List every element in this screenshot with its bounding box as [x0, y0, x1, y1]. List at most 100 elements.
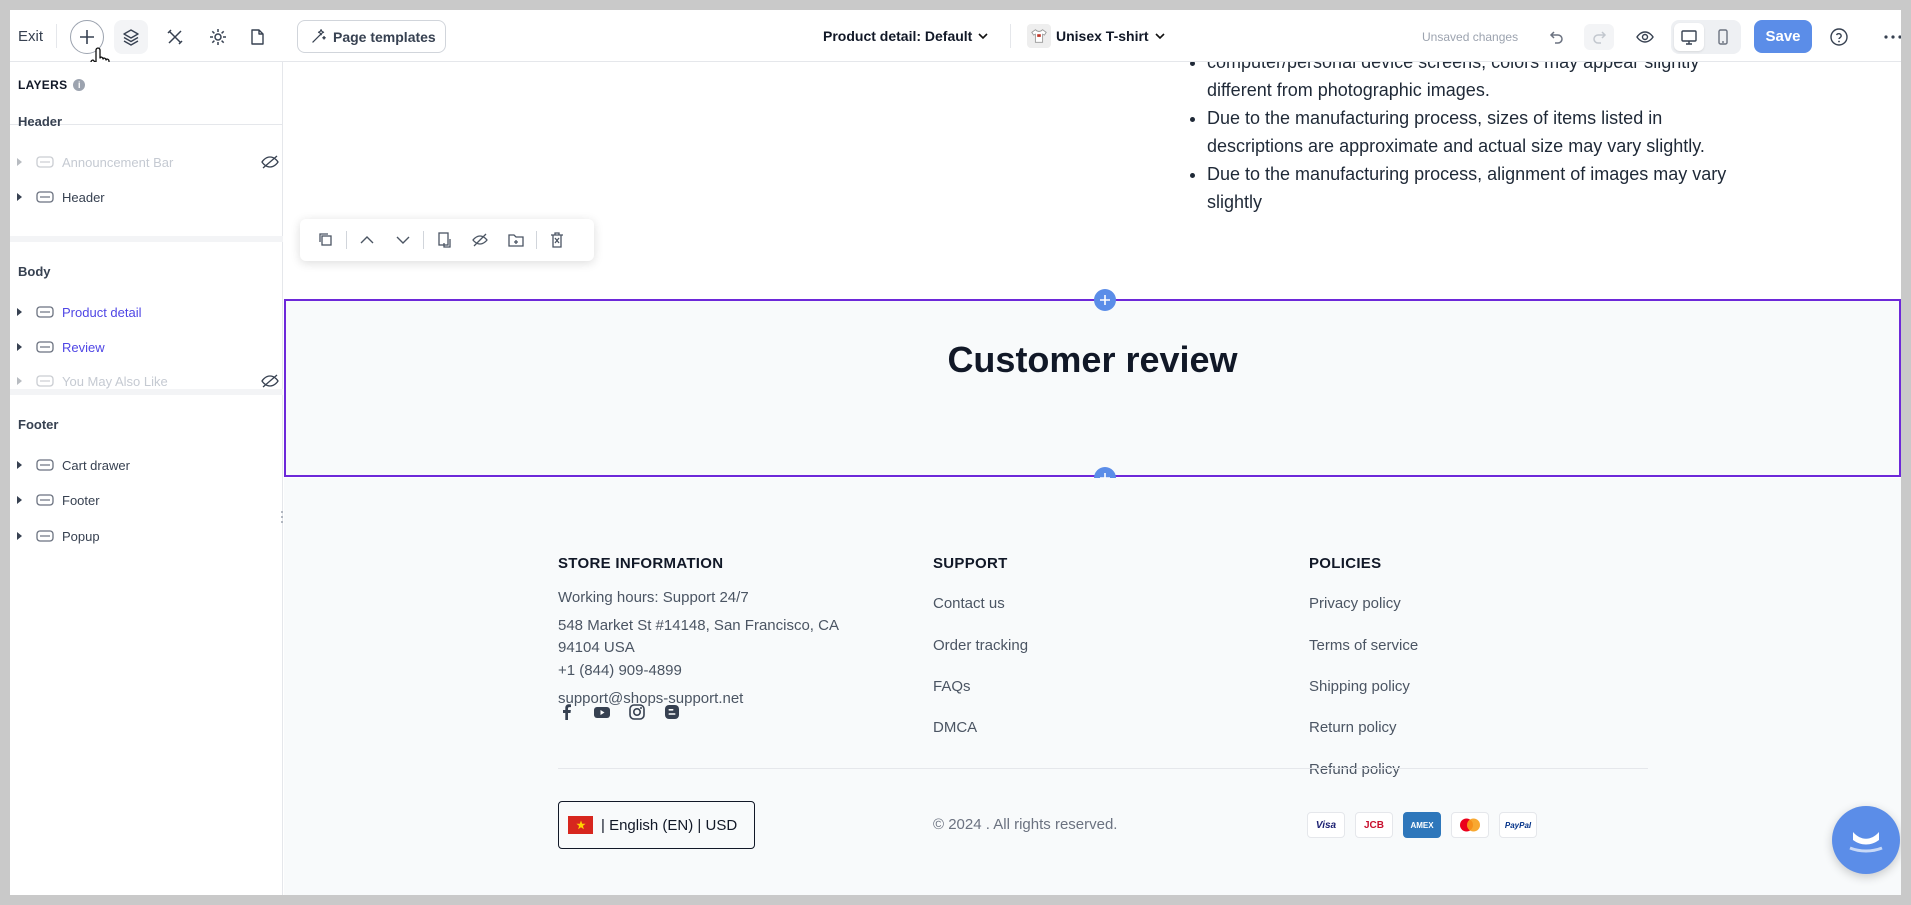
section-separator [10, 389, 283, 395]
help-icon[interactable] [1828, 26, 1850, 48]
policy-link[interactable]: Privacy policy [1309, 595, 1401, 612]
support-link[interactable]: Contact us [933, 595, 1005, 612]
layer-row[interactable]: Cart drawer [10, 453, 283, 477]
duplicate-icon [319, 233, 332, 246]
layer-section-title: Body [18, 264, 51, 279]
section-icon [36, 306, 54, 318]
caret-right-icon[interactable] [14, 376, 24, 386]
layer-row[interactable]: Popup [10, 524, 283, 548]
description-bullet: computer/personal device screens, colors… [1207, 62, 1729, 104]
layer-row[interactable]: Footer [10, 488, 283, 512]
language-currency-selector[interactable]: | English (EN) | USD [558, 801, 755, 849]
support-link[interactable]: Order tracking [933, 637, 1028, 654]
layer-label: You May Also Like [62, 373, 168, 389]
section-floating-toolbar [300, 219, 594, 261]
layer-label: Footer [62, 492, 100, 508]
chevron-up-icon [360, 236, 374, 244]
section-icon [36, 530, 54, 542]
page-settings-button[interactable] [240, 20, 274, 54]
section-icon [36, 341, 54, 353]
policy-link[interactable]: Terms of service [1309, 637, 1418, 654]
chevron-down-icon [1155, 33, 1165, 40]
layers-title: LAYERS i [18, 78, 86, 92]
store-info-title: STORE INFORMATION [558, 555, 724, 572]
duplicate-button[interactable] [308, 224, 344, 256]
exit-button[interactable]: Exit [18, 28, 43, 45]
blogger-icon[interactable] [663, 703, 681, 721]
info-icon[interactable]: i [73, 79, 86, 91]
payment-methods: Visa JCB AMEX PayPal [1307, 812, 1537, 838]
eye-off-icon[interactable] [260, 373, 280, 389]
youtube-icon[interactable] [593, 703, 611, 721]
policy-link[interactable]: Refund policy [1309, 761, 1400, 778]
layers-panel: LAYERS i Header Announcement Bar Header … [10, 62, 283, 895]
mobile-view-button[interactable] [1708, 23, 1738, 51]
section-icon [36, 459, 54, 471]
caret-right-icon[interactable] [14, 495, 24, 505]
page-template-label: Product detail: Default [823, 28, 973, 44]
policies-title: POLICIES [1309, 555, 1382, 572]
page-template-dropdown[interactable]: Product detail: Default [823, 28, 989, 44]
move-down-button[interactable] [385, 224, 421, 256]
caret-right-icon[interactable] [14, 531, 24, 541]
more-icon[interactable] [1882, 26, 1901, 48]
layer-row[interactable]: Announcement Bar [10, 150, 283, 174]
caret-right-icon[interactable] [14, 460, 24, 470]
caret-right-icon[interactable] [14, 157, 24, 167]
section-icon [36, 191, 54, 203]
undo-button[interactable] [1542, 24, 1572, 50]
chat-widget-button[interactable] [1832, 806, 1900, 874]
policy-link[interactable]: Shipping policy [1309, 678, 1410, 695]
settings-button[interactable] [201, 20, 235, 54]
support-link[interactable]: FAQs [933, 678, 971, 695]
add-section-above-button[interactable] [1094, 289, 1116, 311]
app-window: Exit Page templates Product detail: Defa… [10, 10, 1901, 895]
caret-right-icon[interactable] [14, 307, 24, 317]
store-phone[interactable]: +1 (844) 909-4899 [558, 660, 682, 682]
save-button[interactable]: Save [1754, 20, 1812, 53]
mobile-icon [1718, 29, 1728, 45]
plus-icon [80, 30, 94, 44]
layers-icon [123, 29, 139, 46]
desktop-view-button[interactable] [1674, 23, 1704, 51]
page-icon [251, 29, 264, 45]
tools-button[interactable] [158, 20, 192, 54]
preview-button[interactable] [1630, 24, 1660, 50]
product-label: Unisex T-shirt [1056, 28, 1149, 44]
trash-icon [551, 232, 563, 248]
footer-divider [558, 768, 1648, 769]
social-links [558, 703, 681, 721]
caret-right-icon[interactable] [14, 192, 24, 202]
chevron-down-icon [396, 236, 410, 244]
eye-off-icon[interactable] [260, 154, 280, 170]
eye-off-icon [472, 233, 488, 247]
layer-row[interactable]: Header [10, 185, 283, 209]
delete-section-button[interactable] [539, 224, 575, 256]
layer-section-title: Footer [18, 417, 59, 432]
move-up-button[interactable] [349, 224, 385, 256]
section-icon [36, 156, 54, 168]
layer-label: Announcement Bar [62, 154, 174, 170]
paypal-icon: PayPal [1499, 812, 1537, 838]
device-toggle [1671, 20, 1741, 54]
instagram-icon[interactable] [628, 703, 646, 721]
support-link[interactable]: DMCA [933, 719, 977, 736]
policy-link[interactable]: Return policy [1309, 719, 1397, 736]
add-block-button[interactable] [498, 224, 534, 256]
layer-row[interactable]: Review [10, 335, 283, 359]
toolbar-divider [56, 24, 57, 48]
section-icon [36, 375, 54, 387]
facebook-icon[interactable] [558, 703, 576, 721]
magic-wand-icon [312, 29, 326, 43]
save-as-template-button[interactable] [426, 224, 462, 256]
product-dropdown[interactable]: Unisex T-shirt [1027, 24, 1166, 48]
layers-button[interactable] [114, 20, 148, 54]
editor-canvas: computer/personal device screens, colors… [284, 62, 1901, 895]
hide-section-button[interactable] [462, 224, 498, 256]
caret-right-icon[interactable] [14, 342, 24, 352]
layer-row[interactable]: Product detail [10, 300, 283, 324]
redo-button[interactable] [1584, 24, 1614, 50]
page-templates-button[interactable]: Page templates [297, 20, 446, 53]
review-section-selected[interactable]: Customer review [284, 299, 1901, 477]
description-bullet: Due to the manufacturing process, sizes … [1207, 104, 1729, 160]
